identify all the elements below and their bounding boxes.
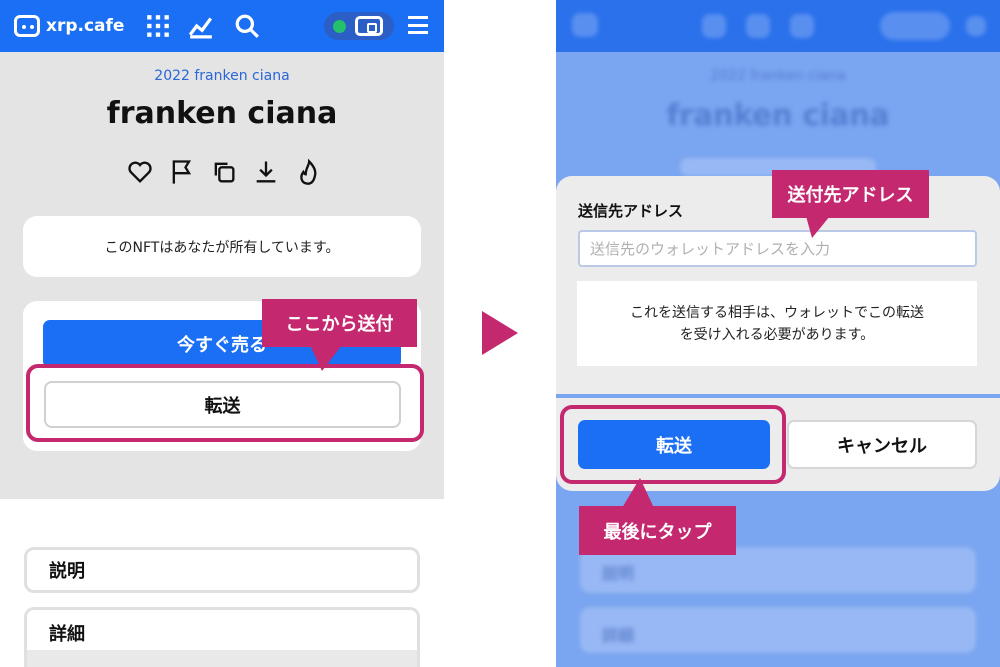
blurred-collection-link: 2022 franken ciana — [710, 68, 846, 84]
description-section[interactable]: 説明 — [24, 547, 420, 593]
site-logo[interactable]: xrp.cafe — [14, 12, 124, 40]
info-line-2: を受け入れる必要があります。 — [679, 326, 875, 343]
logo-text: xrp.cafe — [46, 16, 125, 36]
heart-icon[interactable] — [126, 158, 154, 186]
connected-status-dot — [333, 20, 346, 33]
details-label: 詳細 — [49, 624, 85, 645]
details-section-content — [27, 650, 417, 667]
cup-logo-icon — [14, 15, 40, 37]
flag-icon[interactable] — [168, 158, 196, 186]
blurred-chart-icon — [746, 14, 770, 38]
collection-link[interactable]: 2022 franken ciana — [0, 68, 444, 84]
cancel-button[interactable]: キャンセル — [787, 420, 977, 469]
callout-destination-address: 送付先アドレス — [772, 170, 929, 218]
transfer-highlight-frame — [26, 364, 424, 442]
address-input[interactable] — [578, 230, 977, 267]
ownership-notice: このNFTはあなたが所有しています。 — [104, 239, 340, 256]
grid-icon[interactable] — [145, 13, 171, 39]
callout-tap-last: 最後にタップ — [579, 506, 736, 555]
callout-pointer — [806, 216, 830, 238]
blurred-menu-icon — [966, 16, 986, 36]
menu-icon[interactable] — [408, 16, 428, 34]
nft-title: franken ciana — [106, 96, 338, 131]
blurred-grid-icon — [702, 14, 726, 38]
address-field-label: 送信先アドレス — [578, 202, 684, 220]
blurred-nft-title: franken ciana — [666, 98, 890, 132]
blurred-details-section — [580, 607, 976, 653]
blurred-details-label: 詳細 — [602, 626, 635, 645]
search-icon[interactable] — [234, 13, 260, 39]
callout-pointer — [622, 478, 654, 508]
ownership-card: このNFTはあなたが所有しています。 — [23, 216, 421, 277]
callout-send-from-here: ここから送付 — [262, 299, 417, 347]
info-line-1: これを送信する相手は、ウォレットでこの転送 — [630, 304, 924, 321]
chart-icon[interactable] — [188, 13, 214, 39]
step-arrow-icon — [482, 311, 518, 355]
download-icon[interactable] — [252, 158, 280, 186]
transfer-info-box: これを送信する相手は、ウォレットでこの転送 を受け入れる必要があります。 — [577, 281, 977, 366]
blurred-logo-icon — [572, 13, 598, 37]
blurred-wallet-toggle — [880, 12, 950, 40]
copy-icon[interactable] — [210, 158, 238, 186]
blurred-description-label: 説明 — [602, 564, 635, 583]
confirm-highlight-frame — [560, 405, 786, 484]
description-label: 説明 — [49, 561, 85, 582]
flame-icon[interactable] — [294, 158, 322, 186]
wallet-icon — [355, 16, 383, 36]
blurred-search-icon — [790, 14, 814, 38]
left-screen: xrp.cafe 2022 franken ciana franken cian… — [0, 0, 444, 667]
nft-action-row — [126, 158, 322, 186]
callout-pointer — [310, 345, 342, 371]
